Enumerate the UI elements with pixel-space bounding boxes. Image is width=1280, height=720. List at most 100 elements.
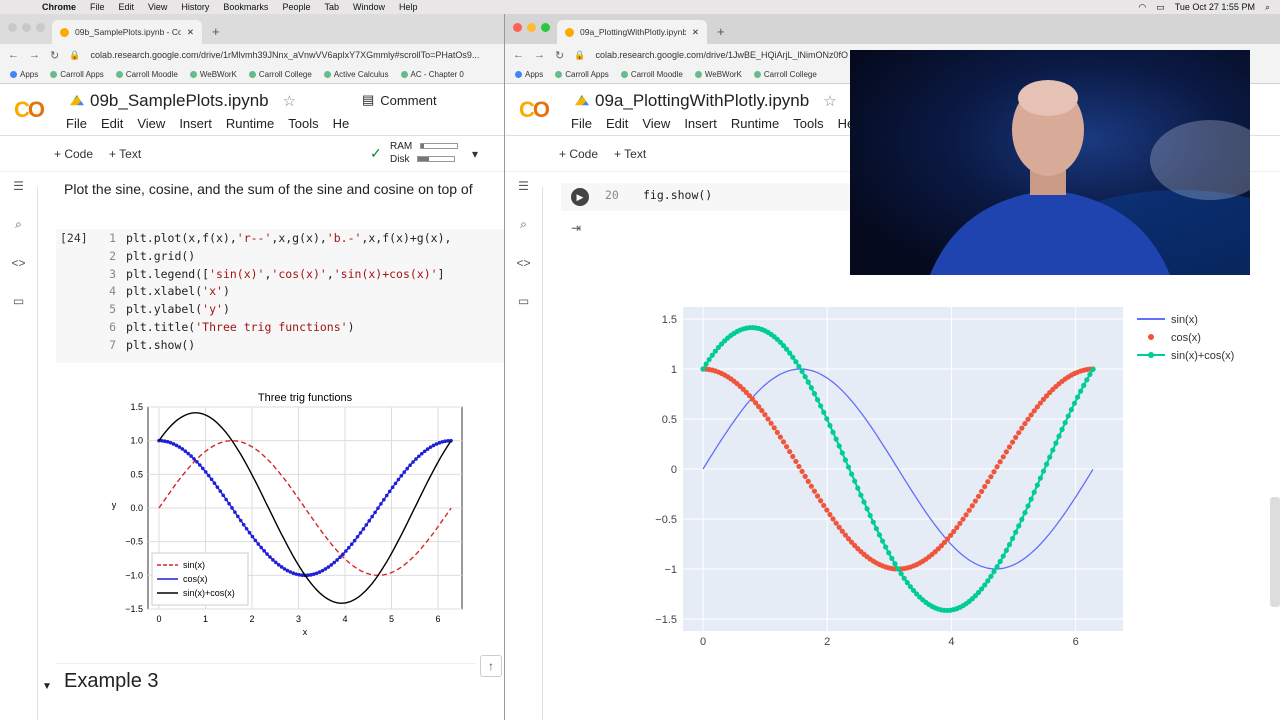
bookmark-webwork[interactable]: WeBWorK	[189, 70, 237, 79]
add-code-button[interactable]: + Code	[559, 147, 598, 161]
back-icon[interactable]: ←	[513, 49, 524, 61]
data-point	[390, 485, 395, 490]
data-point	[879, 538, 886, 544]
bookmark-webwork[interactable]: WeBWorK	[694, 70, 742, 79]
menu-tab[interactable]: Tab	[324, 2, 339, 12]
data-point	[808, 483, 814, 489]
colab-menu-view[interactable]: View	[642, 116, 670, 131]
battery-icon[interactable]: ▭	[1156, 2, 1165, 13]
reload-icon[interactable]: ↻	[555, 49, 564, 62]
section-header[interactable]: ▼ Example 3	[42, 663, 476, 703]
back-icon[interactable]: ←	[8, 49, 19, 61]
find-icon[interactable]: ⌕	[0, 217, 37, 232]
new-tab-button[interactable]: +	[717, 24, 725, 39]
code-snippets-icon[interactable]: <>	[505, 256, 542, 270]
star-icon[interactable]: ☆	[283, 92, 296, 110]
colab-menu-tools[interactable]: Tools	[288, 116, 318, 131]
menu-edit[interactable]: Edit	[119, 2, 135, 12]
url-field[interactable]: colab.research.google.com/drive/1JwBE_HQ…	[595, 50, 848, 60]
colab-menu-insert[interactable]: Insert	[179, 116, 212, 131]
minimize-window-button[interactable]	[22, 23, 31, 32]
star-icon[interactable]: ☆	[823, 92, 836, 110]
bookmark-carroll-college[interactable]: Carroll College	[248, 70, 312, 79]
menu-view[interactable]: View	[148, 2, 167, 12]
menu-file[interactable]: File	[90, 2, 105, 12]
close-window-button[interactable]	[513, 23, 522, 32]
add-code-button[interactable]: + Code	[54, 147, 93, 161]
browser-tab[interactable]: 09b_SamplePlots.ipynb - Cola ✕	[52, 20, 202, 44]
colab-menu-edit[interactable]: Edit	[606, 116, 628, 131]
search-icon[interactable]: ⌕	[1265, 2, 1270, 13]
colab-menu-runtime[interactable]: Runtime	[731, 116, 779, 131]
close-tab-icon[interactable]: ✕	[692, 27, 699, 38]
code-text[interactable]: fig.show()	[643, 187, 712, 205]
menu-people[interactable]: People	[282, 2, 310, 12]
menu-history[interactable]: History	[181, 2, 209, 12]
code-cell[interactable]: ▶ 20 fig.show()	[561, 183, 881, 211]
bookmark-carroll-moodle[interactable]: Carroll Moodle	[115, 70, 178, 79]
text-cell[interactable]: Plot the sine, cosine, and the sum of th…	[64, 181, 473, 197]
notebook-title[interactable]: 09a_PlottingWithPlotly.ipynb	[595, 91, 809, 111]
colab-menu-view[interactable]: View	[137, 116, 165, 131]
run-cell-button[interactable]: ▶	[571, 188, 589, 206]
menu-window[interactable]: Window	[353, 2, 385, 12]
clock[interactable]: Tue Oct 27 1:55 PM	[1175, 2, 1255, 12]
scroll-to-top-button[interactable]: ↑	[480, 655, 502, 677]
add-text-button[interactable]: + Text	[109, 147, 141, 161]
notebook-title[interactable]: 09b_SamplePlots.ipynb	[90, 91, 269, 111]
comment-button[interactable]: ▤ Comment	[362, 92, 437, 108]
bookmark-active-calculus[interactable]: Active Calculus	[323, 70, 389, 79]
zoom-window-button[interactable]	[36, 23, 45, 32]
menu-app-name[interactable]: Chrome	[42, 2, 76, 12]
menu-help[interactable]: Help	[399, 2, 418, 12]
url-field[interactable]: colab.research.google.com/drive/1rMlvmh3…	[90, 50, 479, 60]
wifi-icon[interactable]: ◠	[1138, 2, 1146, 13]
bookmark-apps[interactable]: Apps	[10, 70, 38, 79]
toc-icon[interactable]: ☰	[0, 179, 37, 193]
add-text-button[interactable]: + Text	[614, 147, 646, 161]
browser-tab[interactable]: 09a_PlottingWithPlotly.ipynb ✕	[557, 20, 707, 44]
bookmark-carroll-apps[interactable]: Carroll Apps	[555, 70, 609, 79]
x-axis-label: x	[303, 627, 308, 637]
colab-logo[interactable]: CO	[14, 97, 45, 123]
code-snippets-icon[interactable]: <>	[0, 256, 37, 270]
minimize-window-button[interactable]	[527, 23, 536, 32]
forward-icon[interactable]: →	[534, 49, 545, 61]
new-tab-button[interactable]: +	[212, 24, 220, 39]
colab-logo[interactable]: CO	[519, 97, 550, 123]
collapse-section-icon[interactable]: ▼	[42, 681, 52, 692]
forward-icon[interactable]: →	[29, 49, 40, 61]
bookmark-carroll-college[interactable]: Carroll College	[753, 70, 817, 79]
code-editor[interactable]: 1 plt.plot(x,f(x),'r--',x,g(x),'b.-',x,f(…	[92, 230, 451, 355]
colab-menu-runtime[interactable]: Runtime	[226, 116, 274, 131]
data-point	[988, 573, 994, 580]
zoom-window-button[interactable]	[541, 23, 550, 32]
scrollbar[interactable]	[1270, 497, 1280, 607]
address-bar: ← → ↻ 🔒 colab.research.google.com/drive/…	[0, 44, 504, 66]
output-icon[interactable]: ⇥	[571, 221, 581, 235]
bookmark-apps[interactable]: Apps	[515, 70, 543, 79]
find-icon[interactable]: ⌕	[505, 217, 542, 232]
colab-menu-file[interactable]: File	[571, 116, 592, 131]
close-tab-icon[interactable]: ✕	[187, 27, 194, 38]
menu-bookmarks[interactable]: Bookmarks	[223, 2, 268, 12]
y-tick-label: 1.5	[130, 402, 143, 412]
colab-menu-file[interactable]: File	[66, 116, 87, 131]
close-window-button[interactable]	[8, 23, 17, 32]
ram-disk-indicator[interactable]: RAM Disk	[390, 140, 459, 166]
files-icon[interactable]: ▭	[505, 294, 542, 308]
dropdown-arrow-icon[interactable]: ▾	[472, 147, 478, 161]
bookmark-carroll-apps[interactable]: Carroll Apps	[50, 70, 104, 79]
colab-menu-tools[interactable]: Tools	[793, 116, 823, 131]
colab-menu-edit[interactable]: Edit	[101, 116, 123, 131]
files-icon[interactable]: ▭	[0, 294, 37, 308]
bookmark-ac-chapter-0[interactable]: AC - Chapter 0	[400, 70, 464, 79]
reload-icon[interactable]: ↻	[50, 49, 59, 62]
code-cell[interactable]: [24] 1 plt.plot(x,f(x),'r--',x,g(x),'b.-'…	[56, 229, 504, 363]
colab-menu-insert[interactable]: Insert	[684, 116, 717, 131]
data-point	[889, 555, 895, 561]
toc-icon[interactable]: ☰	[505, 179, 542, 193]
plotly-chart[interactable]: 0 2 4 61.510.50−0.5−1−1.5sin(x)cos(x)sin(x)…	[635, 307, 1275, 667]
bookmark-carroll-moodle[interactable]: Carroll Moodle	[620, 70, 683, 79]
colab-menu-help[interactable]: He	[333, 116, 350, 131]
